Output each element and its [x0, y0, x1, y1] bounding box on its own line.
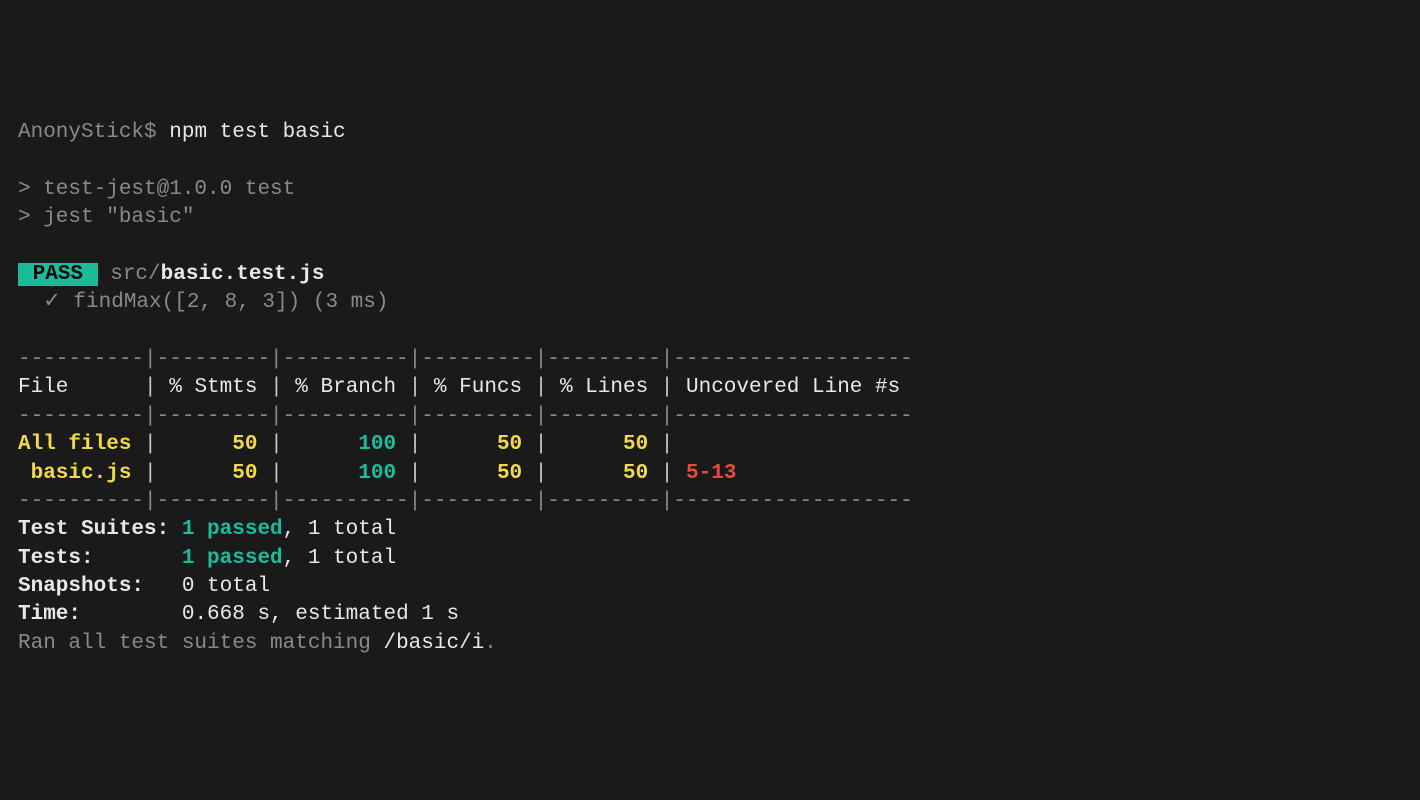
summary-suites-pass: 1 passed	[182, 518, 283, 541]
npm-script-line2: > jest "basic"	[18, 206, 194, 229]
col-branch: % Branch	[295, 376, 396, 399]
table-row: All files	[18, 433, 131, 456]
cell-funcs: 50	[497, 433, 522, 456]
test-file-prefix: src/	[98, 263, 161, 286]
table-separator-mid: ----------|---------|----------|--------…	[18, 405, 913, 428]
summary-time-label: Time:	[18, 603, 81, 626]
summary-tests-label: Tests:	[18, 547, 94, 570]
table-separator-bot: ----------|---------|----------|--------…	[18, 490, 913, 513]
cell-branch: 100	[358, 462, 396, 485]
summary-time-val: 0.668 s, estimated 1 s	[182, 603, 459, 626]
shell-command: npm test basic	[169, 121, 345, 144]
table-row: basic.js	[18, 462, 131, 485]
cell-stmts: 50	[232, 462, 257, 485]
cell-lines: 50	[623, 462, 648, 485]
summary-suites-label: Test Suites:	[18, 518, 169, 541]
terminal-output[interactable]: AnonyStick$ npm test basic > test-jest@1…	[18, 119, 1402, 658]
col-uncov: Uncovered Line #s	[686, 376, 900, 399]
cell-stmts: 50	[232, 433, 257, 456]
shell-prompt: AnonyStick$	[18, 121, 157, 144]
summary-snapshots-val: 0 total	[182, 575, 270, 598]
cell-funcs: 50	[497, 462, 522, 485]
pass-badge: PASS	[18, 263, 98, 286]
summary-tests-pass: 1 passed	[182, 547, 283, 570]
table-separator-top: ----------|---------|----------|--------…	[18, 348, 913, 371]
summary-snapshots-label: Snapshots:	[18, 575, 144, 598]
col-lines: % Lines	[560, 376, 648, 399]
npm-script-line1: > test-jest@1.0.0 test	[18, 178, 295, 201]
summary-tests-rest: , 1 total	[283, 547, 396, 570]
check-icon: ✓	[18, 291, 73, 314]
ran-prefix: Ran all test suites matching	[18, 632, 383, 655]
cell-branch: 100	[358, 433, 396, 456]
col-file: File	[18, 376, 68, 399]
test-case-line: findMax([2, 8, 3]) (3 ms)	[73, 291, 388, 314]
test-file: basic.test.js	[161, 263, 325, 286]
ran-pattern: /basic/i	[383, 632, 484, 655]
col-stmts: % Stmts	[169, 376, 257, 399]
cell-lines: 50	[623, 433, 648, 456]
col-funcs: % Funcs	[434, 376, 522, 399]
summary-suites-rest: , 1 total	[283, 518, 396, 541]
cell-uncov: 5-13	[686, 462, 736, 485]
ran-suffix: .	[484, 632, 497, 655]
